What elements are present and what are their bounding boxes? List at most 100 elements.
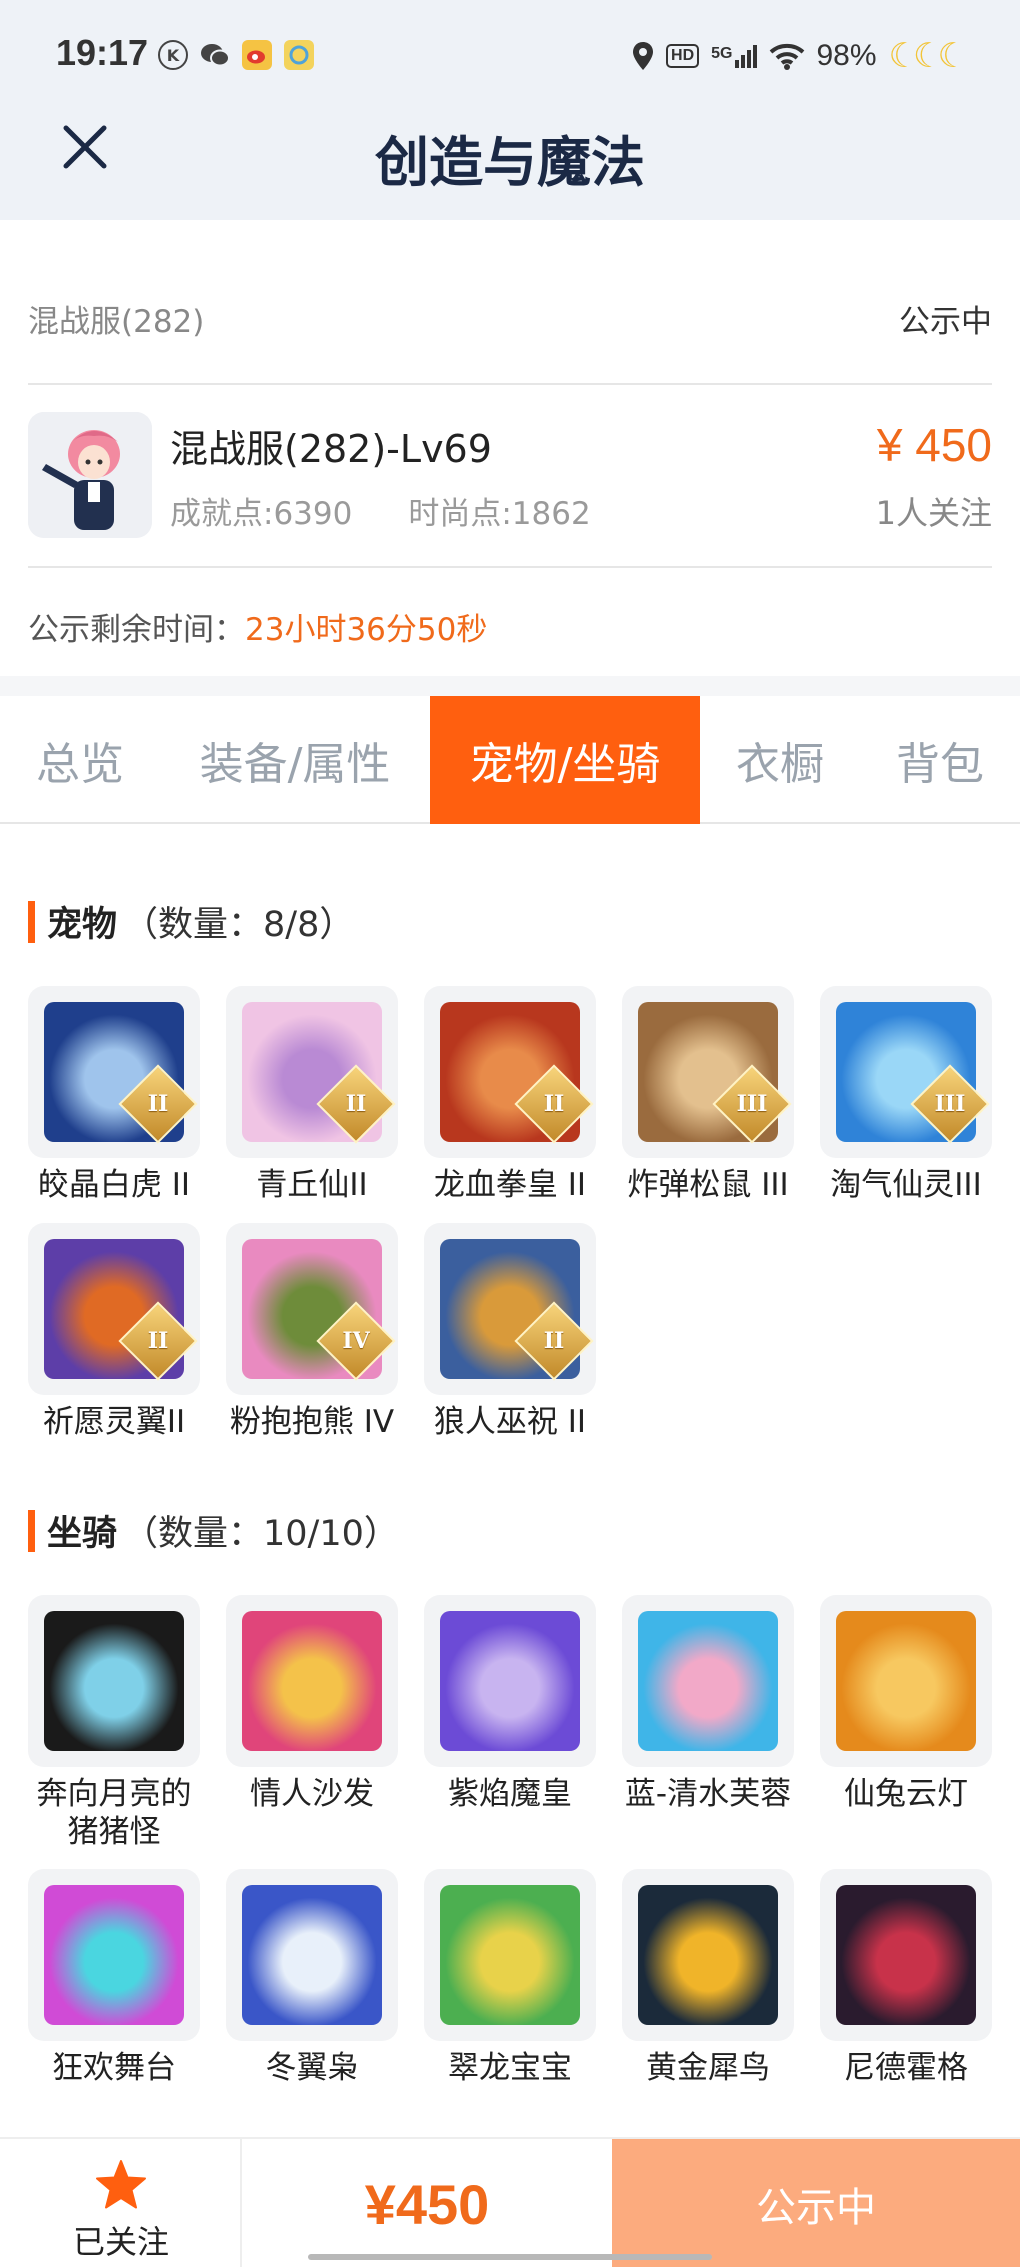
tab-bar: 总览 装备/属性 宠物/坐骑 衣橱 背包 <box>0 696 1020 824</box>
mounts-item[interactable]: 蓝-清水芙蓉 <box>622 1595 794 1813</box>
remaining-time-label: 公示剩余时间： <box>28 612 245 648</box>
status-bar: 19:17 K HD 5G 98% ☾☾☾ <box>0 0 1020 110</box>
pets-item[interactable]: II 狼人巫祝 II <box>424 1223 596 1441</box>
mounts-image <box>836 1611 976 1751</box>
notification-icons: K <box>158 40 314 70</box>
remaining-time-value: 23小时36分50秒 <box>245 612 488 648</box>
mounts-section-title: 坐骑 （数量：10/10） <box>28 1505 399 1556</box>
mounts-thumbnail <box>622 1869 794 2041</box>
mounts-thumbnail <box>226 1595 398 1767</box>
divider <box>28 566 992 568</box>
mounts-item[interactable]: 冬翼枭 <box>226 1869 398 2087</box>
home-indicator <box>308 2254 712 2260</box>
tab-wardrobe[interactable]: 衣橱 <box>700 696 860 824</box>
mounts-item[interactable]: 狂欢舞台 <box>28 1869 200 2087</box>
mounts-image <box>638 1611 778 1751</box>
status-button[interactable]: 公示中 <box>612 2139 1020 2267</box>
rank-badge-label: III <box>736 1091 768 1117</box>
mounts-thumbnail <box>226 1869 398 2041</box>
mounts-name: 蓝-清水芙蓉 <box>624 1776 792 1812</box>
mounts-image <box>440 1611 580 1751</box>
pets-item[interactable]: IV 粉抱抱熊 IV <box>226 1223 398 1441</box>
mounts-item[interactable]: 翠龙宝宝 <box>424 1869 596 2087</box>
follower-count: 1人关注 <box>875 494 992 532</box>
mounts-item[interactable]: 仙兔云灯 <box>820 1595 992 1813</box>
pets-item[interactable]: II 青丘仙II <box>226 986 398 1204</box>
pets-thumbnail: II <box>424 1223 596 1395</box>
tab-backpack[interactable]: 背包 <box>860 696 1020 824</box>
mounts-name: 仙兔云灯 <box>844 1776 968 1812</box>
pets-thumbnail: II <box>28 1223 200 1395</box>
5g-signal-icon: 5G <box>711 44 757 68</box>
remaining-time: 公示剩余时间：23小时36分50秒 <box>28 604 487 649</box>
listing-price: ¥ 450 <box>876 419 992 471</box>
mounts-item[interactable]: 奔向月亮的猪猪怪 <box>28 1595 200 1851</box>
section-marker <box>28 900 35 943</box>
mounts-image <box>440 1885 580 2025</box>
top-area: 19:17 K HD 5G 98% ☾☾☾ 创造与魔法 <box>0 0 1020 220</box>
mounts-title: 坐骑 <box>47 1514 118 1554</box>
mounts-name: 冬翼枭 <box>265 2050 359 2086</box>
battery-text: 98% <box>816 39 877 72</box>
mounts-count: （数量：10/10） <box>123 1514 399 1554</box>
rank-badge-label: II <box>543 1091 565 1117</box>
wechat-icon <box>200 40 230 70</box>
rank-badge-label: II <box>147 1091 169 1117</box>
hd-icon: HD <box>666 44 700 68</box>
mounts-image <box>44 1611 184 1751</box>
pets-thumbnail: II <box>28 986 200 1158</box>
fashion-points: 时尚点:1862 <box>408 496 591 532</box>
k-icon: K <box>158 40 188 70</box>
pets-name: 粉抱抱熊 IV <box>229 1404 395 1440</box>
mounts-image <box>44 1885 184 2025</box>
follow-button[interactable]: 已关注 <box>0 2139 242 2267</box>
rank-badge-label: III <box>934 1091 966 1117</box>
mounts-name: 情人沙发 <box>250 1776 374 1812</box>
pets-item[interactable]: II 皎晶白虎 II <box>28 986 200 1204</box>
rank-badge-label: II <box>345 1091 367 1117</box>
mounts-item[interactable]: 黄金犀鸟 <box>622 1869 794 2087</box>
character-name: 混战服(282)-Lv69 <box>170 427 492 471</box>
follow-label: 已关注 <box>72 2223 169 2261</box>
tab-overview[interactable]: 总览 <box>0 696 160 824</box>
pets-name: 皎晶白虎 II <box>37 1167 191 1203</box>
pets-section-title: 宠物 （数量：8/8） <box>28 896 354 947</box>
mounts-item[interactable]: 尼德霍格 <box>820 1869 992 2087</box>
mounts-thumbnail <box>28 1869 200 2041</box>
pets-name: 青丘仙II <box>256 1167 368 1203</box>
status-time: 19:17 <box>56 32 149 73</box>
mounts-name: 狂欢舞台 <box>52 2050 176 2086</box>
tab-pets-mounts[interactable]: 宠物/坐骑 <box>430 696 700 824</box>
server-label: 混战服(282) <box>28 304 205 340</box>
pets-name: 淘气仙灵III <box>830 1167 982 1203</box>
mounts-name: 黄金犀鸟 <box>646 2050 770 2086</box>
divider <box>28 383 992 385</box>
character-avatar <box>28 412 152 538</box>
pets-thumbnail: III <box>820 986 992 1158</box>
bottom-price: ¥450 <box>364 2172 490 2236</box>
section-gap <box>0 676 1020 696</box>
mounts-name: 奔向月亮的猪猪怪 <box>36 1776 192 1850</box>
mounts-item[interactable]: 紫焰魔皇 <box>424 1595 596 1813</box>
star-icon <box>96 2160 146 2209</box>
mounts-thumbnail <box>820 1595 992 1767</box>
mounts-name: 紫焰魔皇 <box>448 1776 572 1812</box>
tab-equipment[interactable]: 装备/属性 <box>160 696 430 824</box>
pets-thumbnail: III <box>622 986 794 1158</box>
rank-badge-label: II <box>147 1328 169 1354</box>
mounts-image <box>242 1885 382 2025</box>
mounts-item[interactable]: 情人沙发 <box>226 1595 398 1813</box>
pets-thumbnail: II <box>424 986 596 1158</box>
character-stats: 成就点:6390 时尚点:1862 <box>170 488 591 533</box>
achievement-points: 成就点:6390 <box>170 496 353 532</box>
pets-count: （数量：8/8） <box>123 905 355 945</box>
pets-item[interactable]: II 龙血拳皇 II <box>424 986 596 1204</box>
pets-item[interactable]: III 淘气仙灵III <box>820 986 992 1204</box>
pets-item[interactable]: II 祈愿灵翼II <box>28 1223 200 1441</box>
listing-info: 混战服(282) 公示中 混战服(282)-Lv69 成就点:6390 时尚点:… <box>0 220 1020 676</box>
mounts-thumbnail <box>622 1595 794 1767</box>
pets-item[interactable]: III 炸弹松鼠 III <box>622 986 794 1204</box>
section-marker <box>28 1509 35 1552</box>
bottom-bar: 已关注 ¥450 公示中 <box>0 2137 1020 2267</box>
system-icons: HD 5G 98% ☾☾☾ <box>632 36 968 76</box>
